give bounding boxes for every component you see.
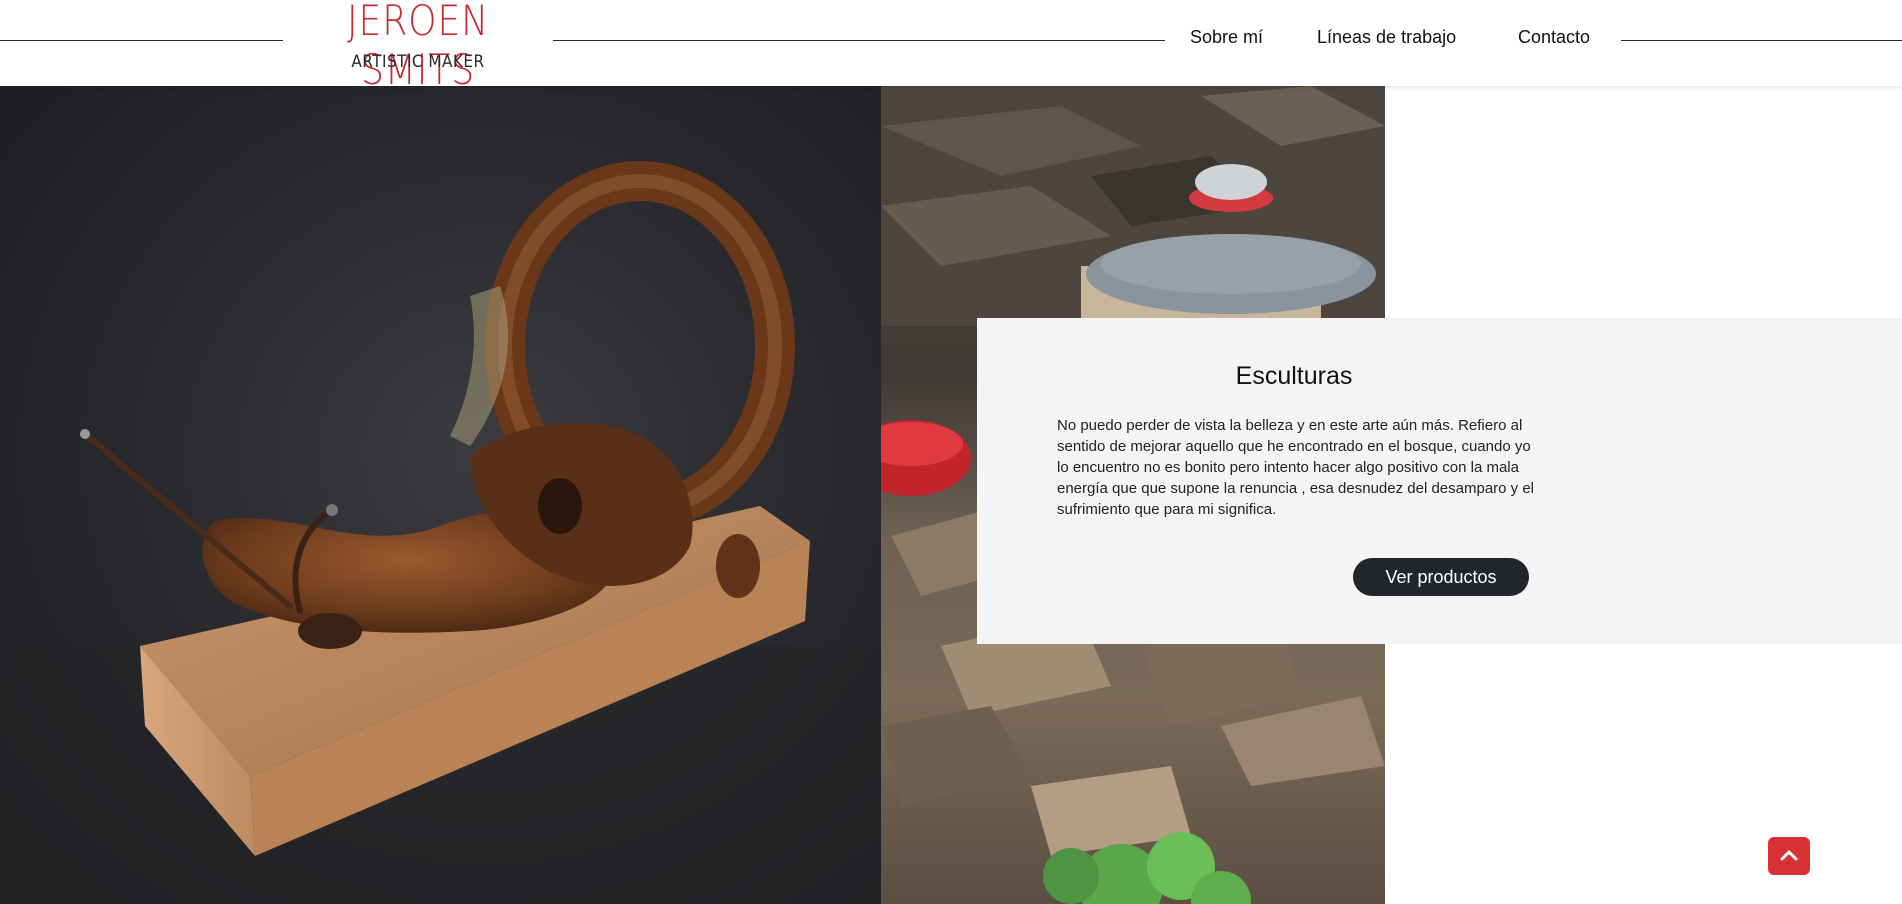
site-logo[interactable]: JEROEN SMITS ARTISTIC MAKER <box>283 0 553 94</box>
logo-name: JEROEN SMITS <box>346 0 490 94</box>
site-header: JEROEN SMITS ARTISTIC MAKER Sobre mí Lín… <box>0 0 1902 94</box>
header-divider-left <box>0 40 283 41</box>
category-title: Esculturas <box>1235 362 1353 390</box>
logo-tagline: ARTISTIC MAKER <box>351 52 485 72</box>
nav-link-contacto[interactable]: Contacto <box>1518 27 1590 48</box>
scroll-to-top-button[interactable] <box>1768 837 1810 875</box>
header-divider-middle <box>553 40 1165 41</box>
category-description: No puedo perder de vista la belleza y en… <box>1057 417 1535 518</box>
rusty-snail-sculpture-image <box>0 161 881 904</box>
view-products-button[interactable]: Ver productos <box>1353 558 1529 596</box>
nav-link-sobre-mi[interactable]: Sobre mí <box>1190 27 1263 48</box>
sculpture-photo <box>0 86 881 904</box>
nav-link-lineas-de-trabajo[interactable]: Líneas de trabajo <box>1317 27 1456 48</box>
header-divider-right <box>1621 40 1902 41</box>
chevron-up-icon <box>1780 850 1798 861</box>
